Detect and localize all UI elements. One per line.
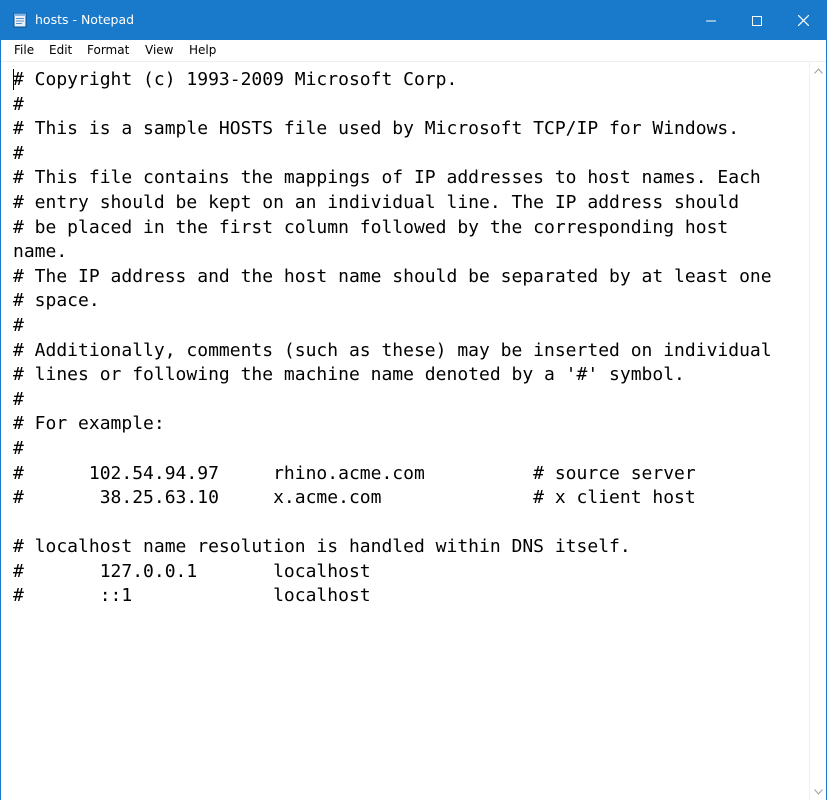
menu-bar: File Edit Format View Help <box>1 40 826 62</box>
text-line: # 38.25.63.10 x.acme.com # x client host <box>13 487 696 509</box>
hosts-file-text[interactable]: # Copyright (c) 1993-2009 Microsoft Corp… <box>13 68 772 609</box>
menu-help[interactable]: Help <box>187 40 218 61</box>
menu-format[interactable]: Format <box>85 40 131 61</box>
notepad-icon <box>12 12 28 28</box>
text-line: # For example: <box>13 413 165 435</box>
text-line: # <box>13 93 24 115</box>
vertical-scrollbar[interactable] <box>809 62 826 800</box>
scroll-down-arrow-icon[interactable] <box>810 783 826 800</box>
text-line: # This is a sample HOSTS file used by Mi… <box>13 118 740 140</box>
text-line: # Copyright (c) 1993-2009 Microsoft Corp… <box>13 69 458 90</box>
text-line: name. <box>13 241 68 263</box>
title-bar[interactable]: hosts - Notepad <box>1 0 826 40</box>
text-line: # entry should be kept on an individual … <box>13 191 740 213</box>
text-line: # space. <box>13 290 100 312</box>
maximize-button[interactable] <box>734 0 780 40</box>
text-line: # <box>13 437 24 459</box>
text-line: # This file contains the mappings of IP … <box>13 167 761 189</box>
window-title: hosts - Notepad <box>35 12 135 27</box>
close-icon <box>797 11 809 30</box>
text-line: # be placed in the first column followed… <box>13 216 729 238</box>
text-line: # <box>13 388 24 410</box>
scroll-up-arrow-icon[interactable] <box>810 62 826 79</box>
text-line: # <box>13 314 24 336</box>
text-line: # lines or following the machine name de… <box>13 364 685 386</box>
minimize-button[interactable] <box>688 0 734 40</box>
text-line: # <box>13 142 24 164</box>
menu-file[interactable]: File <box>12 40 36 61</box>
text-line: # Additionally, comments (such as these)… <box>13 339 772 361</box>
text-line: # 102.54.94.97 rhino.acme.com # source s… <box>13 462 696 484</box>
text-line: # 127.0.0.1 localhost <box>13 560 371 582</box>
notepad-window: hosts - Notepad File Edit Format View He… <box>0 0 827 800</box>
maximize-icon <box>752 11 762 30</box>
text-editor[interactable]: # Copyright (c) 1993-2009 Microsoft Corp… <box>1 62 809 800</box>
text-line: # ::1 localhost <box>13 585 371 607</box>
text-caret <box>13 69 14 90</box>
text-line: # localhost name resolution is handled w… <box>13 536 631 558</box>
text-line: # The IP address and the host name shoul… <box>13 265 772 287</box>
menu-edit[interactable]: Edit <box>47 40 74 61</box>
minimize-icon <box>706 11 716 30</box>
close-button[interactable] <box>780 0 826 40</box>
menu-view[interactable]: View <box>143 40 175 61</box>
